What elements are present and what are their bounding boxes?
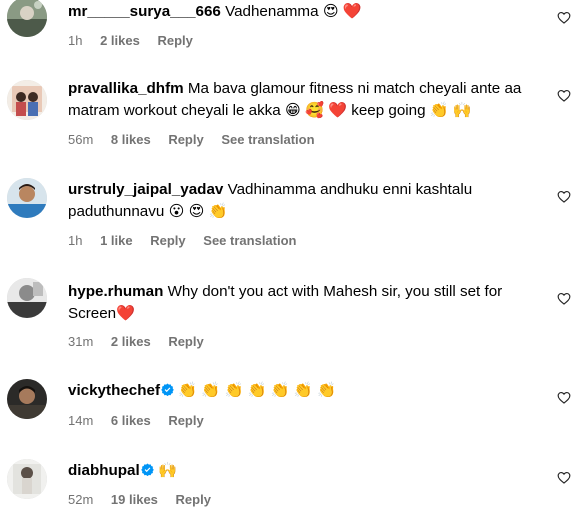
comment-username[interactable]: vickythechef bbox=[68, 382, 160, 399]
comment-text: Vadhenamma 😍 ❤️ bbox=[220, 3, 362, 20]
comment-time: 31m bbox=[68, 334, 94, 349]
comment-username[interactable]: mr_____surya___666 bbox=[68, 3, 221, 20]
avatar[interactable] bbox=[7, 278, 47, 318]
comment-username[interactable]: urstruly_jaipal_yadav bbox=[68, 181, 223, 198]
reply-button[interactable]: Reply bbox=[176, 492, 211, 507]
comment-username[interactable]: hype.rhuman bbox=[68, 283, 163, 300]
heart-outline-icon[interactable] bbox=[557, 89, 571, 102]
comment-likes[interactable]: 6 likes bbox=[111, 413, 151, 428]
reply-button[interactable]: Reply bbox=[168, 132, 203, 147]
comment-text: 🙌 bbox=[153, 462, 177, 479]
reply-button[interactable]: Reply bbox=[168, 334, 203, 349]
heart-outline-icon[interactable] bbox=[557, 292, 571, 305]
avatar[interactable] bbox=[7, 379, 47, 419]
comment-username[interactable]: diabhupal bbox=[68, 462, 140, 479]
comment-time: 52m bbox=[68, 492, 94, 507]
verified-badge-icon bbox=[140, 463, 154, 476]
heart-outline-icon[interactable] bbox=[557, 11, 571, 24]
comment-time: 14m bbox=[68, 413, 94, 428]
reply-button[interactable]: Reply bbox=[157, 33, 192, 48]
comment-time: 1h bbox=[68, 33, 83, 48]
heart-outline-icon[interactable] bbox=[557, 190, 571, 203]
comment-likes[interactable]: 1 like bbox=[100, 233, 133, 248]
comment-likes[interactable]: 19 likes bbox=[111, 492, 158, 507]
see-translation-link[interactable]: See translation bbox=[203, 233, 296, 248]
reply-button[interactable]: Reply bbox=[150, 233, 185, 248]
comment-time: 56m bbox=[68, 132, 94, 147]
heart-outline-icon[interactable] bbox=[557, 471, 571, 484]
comment-likes[interactable]: 2 likes bbox=[111, 334, 151, 349]
avatar[interactable] bbox=[7, 178, 47, 218]
avatar[interactable] bbox=[7, 0, 47, 37]
comment-time: 1h bbox=[68, 233, 83, 248]
verified-badge-icon bbox=[161, 383, 174, 396]
see-translation-link[interactable]: See translation bbox=[221, 132, 314, 147]
comment-likes[interactable]: 8 likes bbox=[111, 132, 151, 147]
comment-text: 👏 👏 👏 👏 👏 👏 👏 bbox=[174, 382, 336, 399]
comment-username[interactable]: pravallika_dhfm bbox=[68, 80, 184, 97]
heart-outline-icon[interactable] bbox=[557, 391, 571, 404]
avatar[interactable] bbox=[7, 80, 47, 120]
avatar[interactable] bbox=[7, 459, 47, 499]
reply-button[interactable]: Reply bbox=[168, 413, 203, 428]
comment-likes[interactable]: 2 likes bbox=[100, 33, 140, 48]
